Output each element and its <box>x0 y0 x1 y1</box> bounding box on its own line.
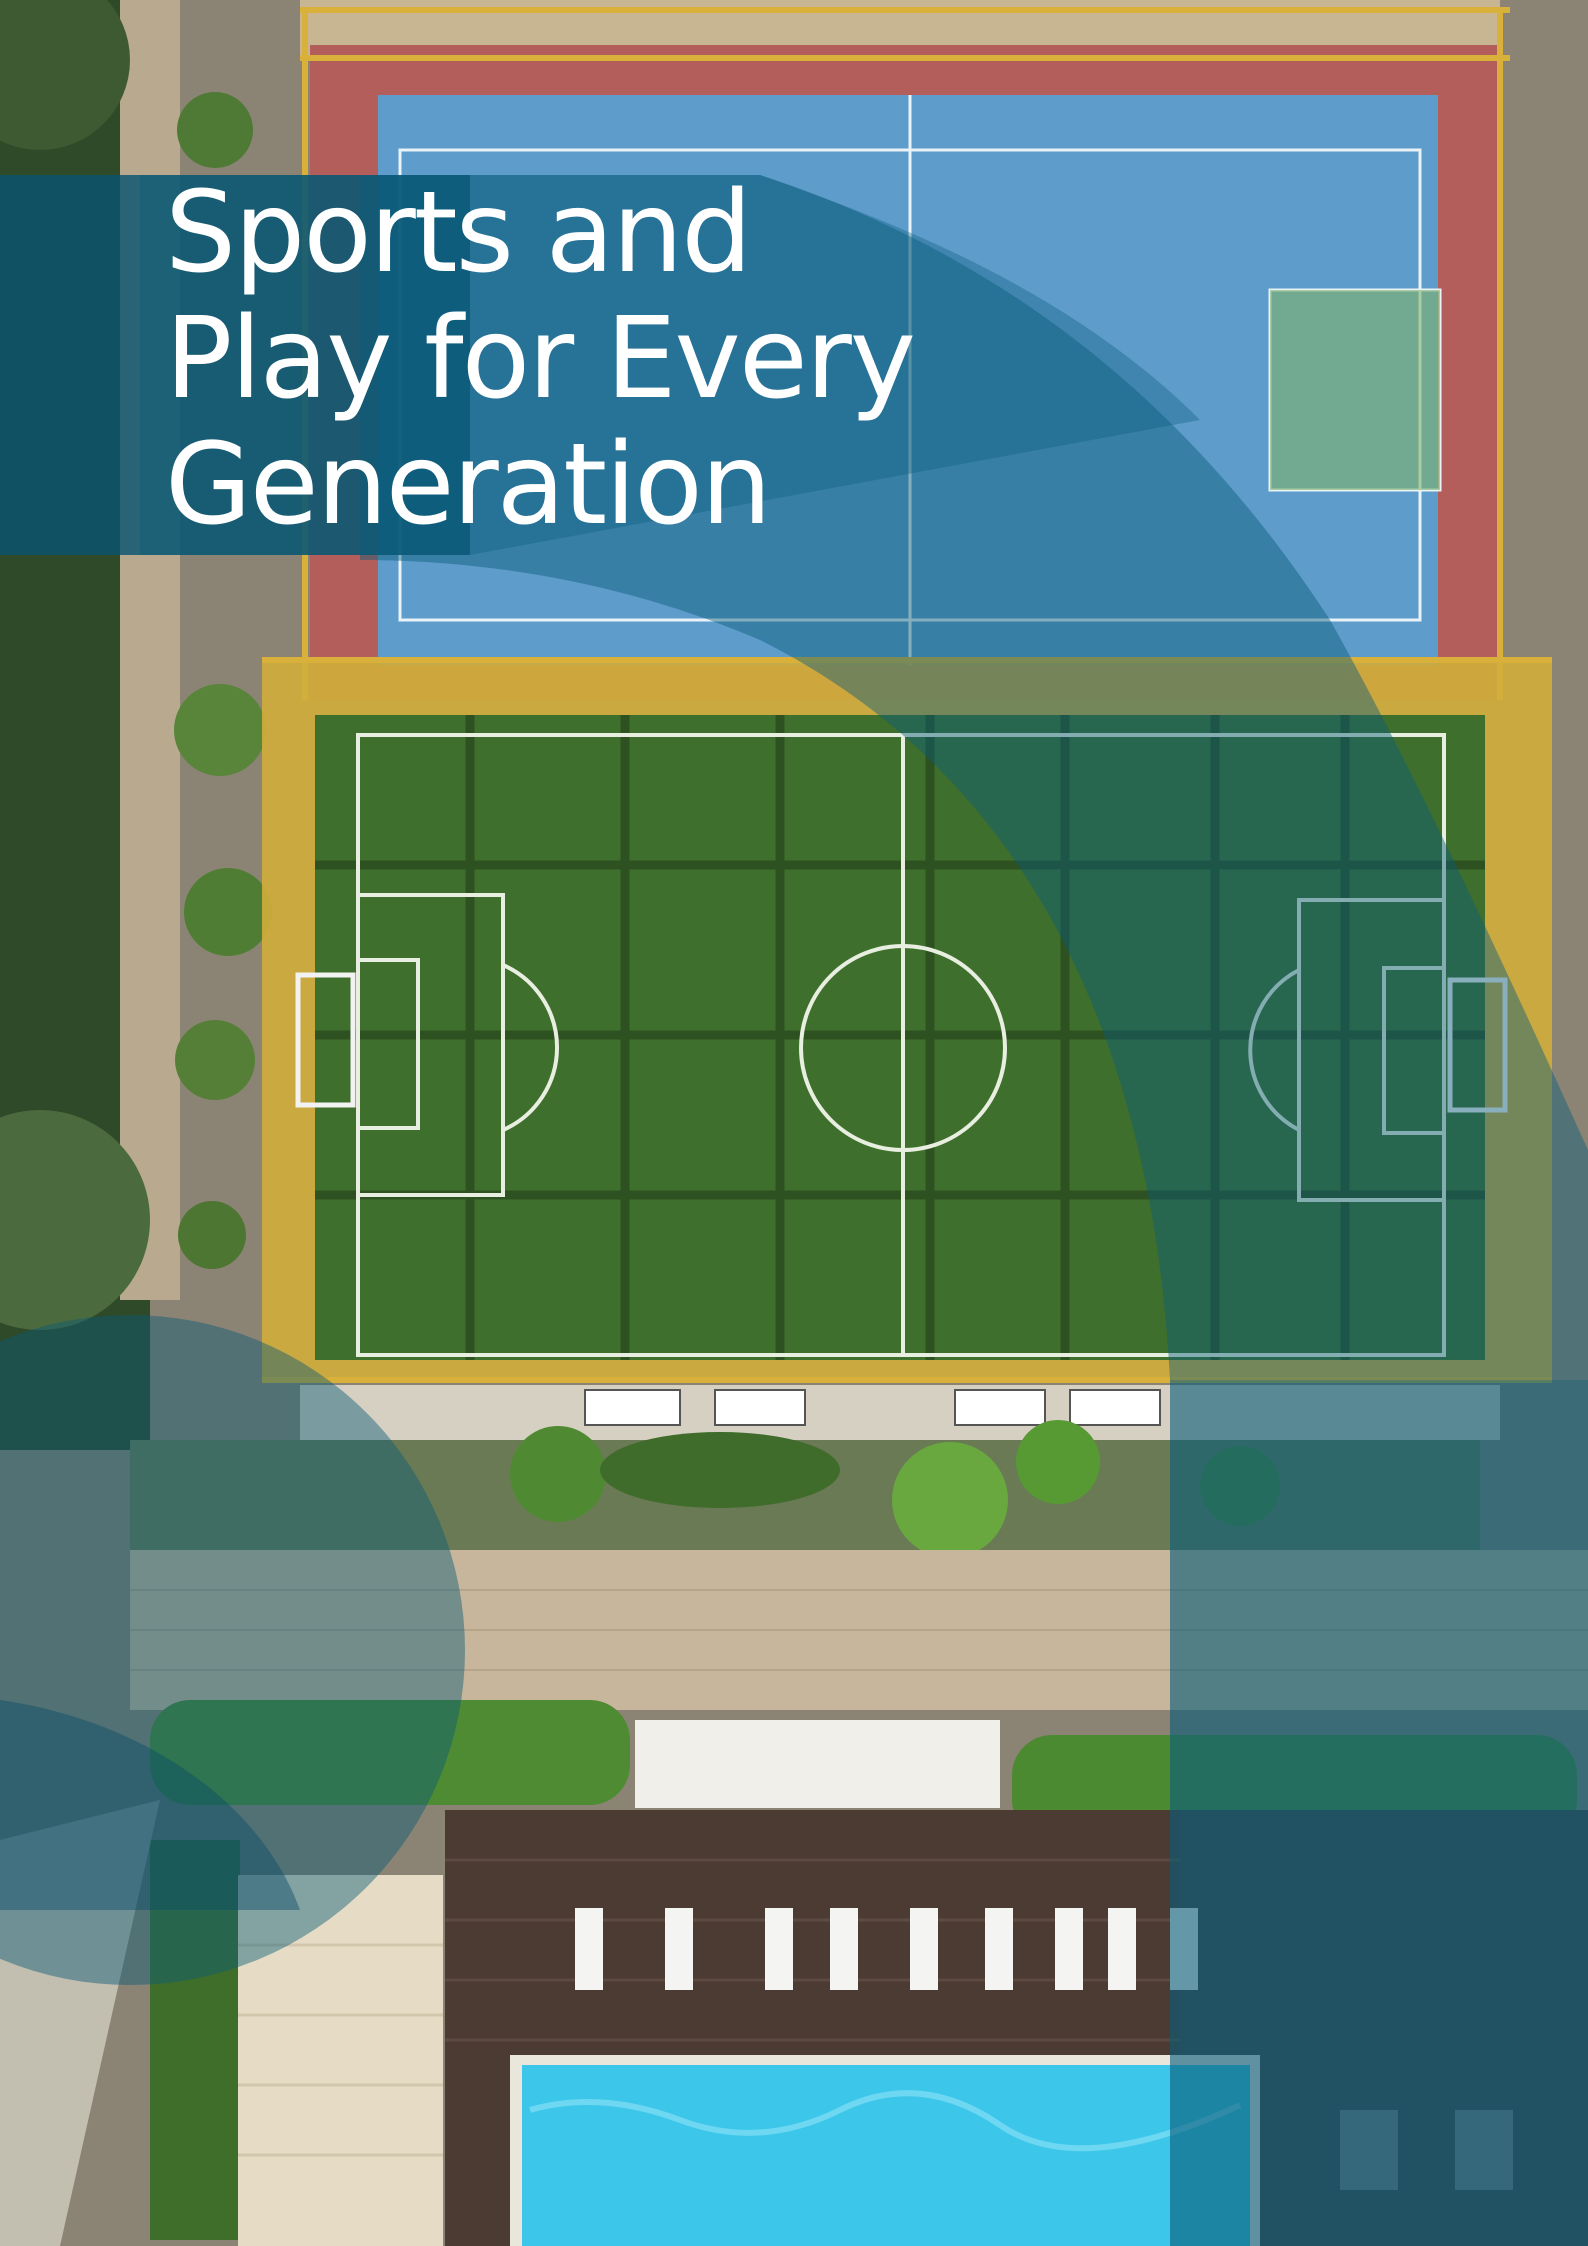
poster: Sports and Play for Every Generation <box>0 0 1588 2246</box>
poster-title: Sports and Play for Every Generation <box>165 168 916 550</box>
